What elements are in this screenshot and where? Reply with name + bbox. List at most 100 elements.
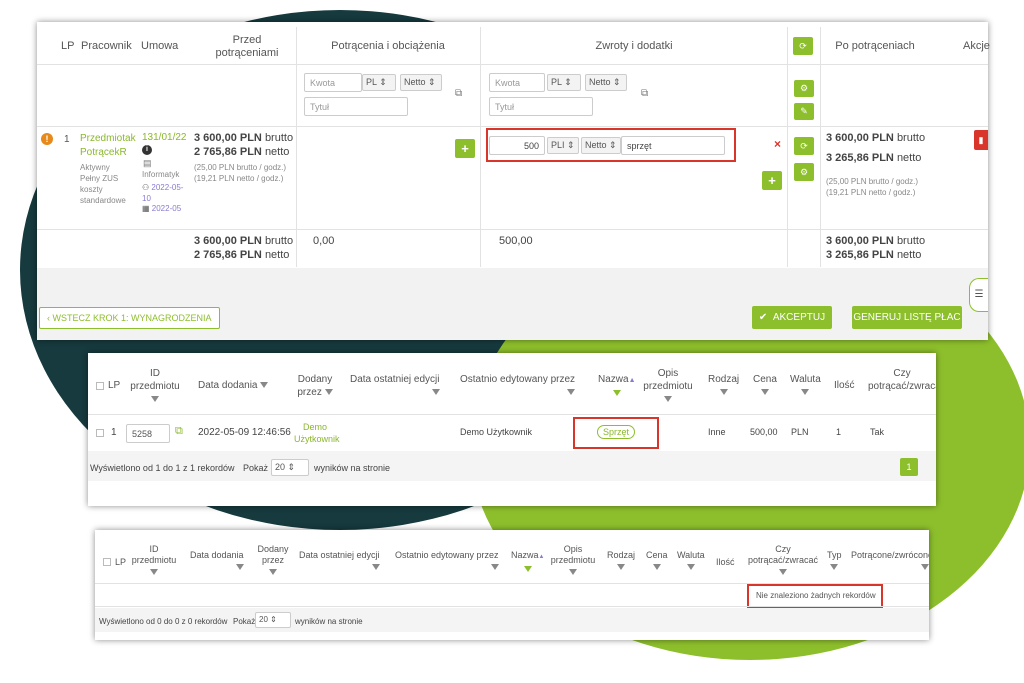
filter-icon[interactable] <box>569 568 577 575</box>
contract-date-end: ▦ 2022-05 <box>142 204 182 213</box>
refund-type-select[interactable]: Netto ⇕ <box>585 74 627 91</box>
col-umowa-header: Umowa <box>141 40 179 52</box>
filter-icon[interactable] <box>652 563 661 570</box>
empty-message: Nie znaleziono żadnych rekordów <box>756 591 876 600</box>
total-przed-netto: 2 765,86 PLN netto <box>194 249 290 261</box>
filter-icon[interactable] <box>431 389 440 396</box>
row-data-dodania: 2022-05-09 12:46:56 <box>198 427 291 438</box>
filter-icon[interactable] <box>921 563 929 570</box>
divider <box>296 27 297 267</box>
col-potracenia-header: Potrącenia i obciążenia <box>331 40 445 52</box>
items-table-empty-card: LP ID przedmiotu Data dodania Dodany przez… <box>95 530 929 640</box>
col-waluta-header: Waluta <box>677 550 705 572</box>
col-akcje-header: Akcje <box>963 40 990 52</box>
filter-icon[interactable] <box>269 568 277 575</box>
row-czy: Tak <box>870 427 885 437</box>
copy-icon[interactable]: ⧉ <box>455 88 462 99</box>
filter-icon[interactable] <box>150 568 158 575</box>
filter-icon[interactable] <box>664 396 672 403</box>
add-refund-button[interactable]: + <box>762 171 782 190</box>
col-lp-header: LP <box>61 40 75 52</box>
col-cena-header: Cena <box>646 550 668 572</box>
filter-icon[interactable] <box>235 563 244 570</box>
chat-icon[interactable]: ☰ <box>969 278 988 312</box>
filter-icon[interactable] <box>830 563 839 570</box>
select-all-checkbox[interactable] <box>103 558 111 566</box>
col-lp-header: LP <box>115 557 127 567</box>
col-edytowany-header: Ostatnio edytowany przez <box>395 550 499 572</box>
accept-button[interactable]: ✔ AKCEPTUJ <box>752 306 832 329</box>
page-1-button[interactable]: 1 <box>900 458 918 476</box>
page-size-select[interactable]: 20 ⇕ <box>255 612 291 628</box>
col-lp-header: LP <box>108 380 121 391</box>
filter-icon[interactable] <box>523 565 532 572</box>
close-icon[interactable]: × <box>774 137 781 151</box>
filter-icon[interactable] <box>760 389 769 396</box>
page-size-suffix: wyników na stronie <box>295 617 363 626</box>
page-size-select[interactable]: 20 ⇕ <box>271 459 309 476</box>
filter-icon[interactable] <box>324 389 333 396</box>
filter-icon[interactable] <box>612 390 621 397</box>
refund-currency-select[interactable]: PL ⇕ <box>547 74 581 91</box>
divider <box>37 229 988 230</box>
filter-icon[interactable] <box>260 382 269 389</box>
row-rodzaj: Inne <box>708 427 726 437</box>
refresh-icon: ⟳ <box>799 40 807 51</box>
contract-number-link[interactable]: 131/01/22 <box>142 132 187 143</box>
added-by-link[interactable]: Demo Użytkownik <box>294 421 340 445</box>
filter-icon[interactable] <box>801 389 810 396</box>
col-po-header: Po potrąceniach <box>835 40 915 52</box>
calc-row-button[interactable]: ⚙ <box>794 163 814 181</box>
col-nazwa-header[interactable]: Nazwa▲ <box>598 373 636 400</box>
page-size-label: Pokaż <box>243 463 269 473</box>
copy-icon[interactable]: ⧉ <box>175 425 183 438</box>
calendar-icon: ▦ <box>142 204 152 213</box>
col-czy-header: Czypotrącać/zwracać <box>745 544 821 577</box>
filter-icon[interactable] <box>490 563 499 570</box>
filter-icon[interactable] <box>779 568 787 575</box>
highlight-box <box>486 128 736 162</box>
copy-icon[interactable]: ⧉ <box>641 88 648 99</box>
item-id-field[interactable]: 5258 <box>126 424 170 443</box>
row-checkbox[interactable] <box>96 429 104 437</box>
employee-status: Aktywny Pełny ZUS koszty standardowe <box>80 163 126 205</box>
filter-icon[interactable] <box>371 563 380 570</box>
back-button[interactable]: ‹ WSTECZ KROK 1: WYNAGRODZENIA <box>39 307 220 329</box>
info-icon[interactable]: i <box>142 145 152 155</box>
deduction-amount-input[interactable]: Kwota <box>304 73 362 92</box>
refund-title-input[interactable]: Tytuł <box>489 97 593 116</box>
records-info: Wyświetlono od 0 do 0 z 0 rekordów <box>99 617 228 626</box>
refresh-all-button[interactable]: ⟳ <box>793 37 813 55</box>
deduction-currency-select[interactable]: PL ⇕ <box>362 74 396 91</box>
select-all-checkbox[interactable] <box>96 382 104 390</box>
col-opis-header: Opis przedmiotu <box>549 544 597 577</box>
filter-icon[interactable] <box>151 396 159 403</box>
col-id-header: ID przedmiotu <box>126 367 184 406</box>
deduction-type-select[interactable]: Netto ⇕ <box>400 74 442 91</box>
przed-netto: 2 765,86 PLN netto <box>194 146 290 158</box>
col-edytowany-header: Ostatnio edytowany przez <box>460 373 576 399</box>
refresh-row-button[interactable]: ⟳ <box>794 137 814 155</box>
warning-icon[interactable]: ! <box>41 133 53 145</box>
przed-hourly: (25,00 PLN brutto / godz.) (19,21 PLN net… <box>194 163 287 183</box>
item-name-tag[interactable]: Sprzęt <box>597 425 636 439</box>
col-nazwa-header[interactable]: Nazwa▲ <box>511 550 544 574</box>
calc-button[interactable]: ⚙ <box>794 80 814 97</box>
clear-button[interactable]: ✎ <box>794 103 814 120</box>
generate-payroll-button[interactable]: GENERUJ LISTĘ PŁAC <box>852 306 962 329</box>
po-hourly: (25,00 PLN brutto / godz.) (19,21 PLN net… <box>826 177 919 197</box>
filter-icon[interactable] <box>686 563 695 570</box>
filter-icon[interactable] <box>567 389 576 396</box>
filter-icon[interactable] <box>719 389 728 396</box>
deduction-title-input[interactable]: Tytuł <box>304 97 408 116</box>
employee-name-link[interactable]: Przedmiotak PotrącekR <box>80 132 142 160</box>
page: LP Pracownik Umowa Przed potrąceniami Po… <box>0 0 1024 683</box>
add-deduction-button[interactable]: + <box>455 139 475 158</box>
trash-icon[interactable]: ▮ <box>974 130 988 150</box>
items-table-card: LP ID przedmiotu Data dodania Dodany przez… <box>88 353 936 506</box>
footer-bar <box>37 268 988 340</box>
contract-type: Informatyk <box>142 170 180 179</box>
refund-amount-input[interactable]: Kwota <box>489 73 545 92</box>
filter-icon[interactable] <box>617 563 625 570</box>
divider <box>88 414 936 415</box>
